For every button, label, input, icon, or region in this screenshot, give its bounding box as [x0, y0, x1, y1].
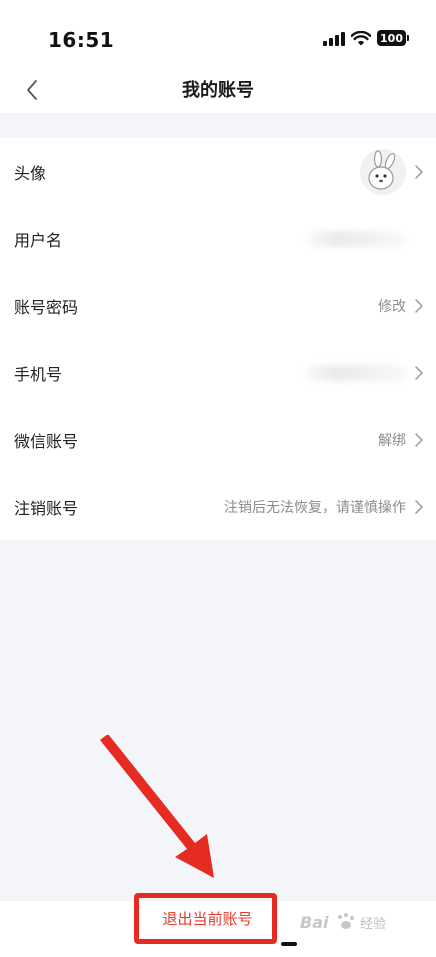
row-label: 手机号 [14, 364, 63, 384]
row-value: 注销后无法恢复，请谨慎操作 [224, 499, 406, 516]
settings-list: 头像 用户名 账号密码 修改 手机号 微信账号 解绑 注销账号 注销后无法恢复，… [0, 138, 436, 540]
watermark: Bai 经验 [300, 903, 412, 941]
chevron-right-icon [414, 499, 424, 515]
row-username[interactable]: 用户名 [0, 205, 436, 272]
page-title: 我的账号 [182, 80, 254, 101]
username-value-redacted [306, 230, 406, 247]
chevron-right-icon [414, 164, 424, 180]
battery-icon: 100 [377, 30, 409, 46]
status-time: 16:51 [48, 28, 115, 52]
row-avatar[interactable]: 头像 [0, 138, 436, 205]
row-label: 账号密码 [14, 297, 79, 317]
signal-icon [323, 30, 345, 46]
paw-logo-icon: Bai [300, 913, 354, 932]
row-label: 用户名 [14, 230, 63, 250]
row-phone[interactable]: 手机号 [0, 339, 436, 406]
row-value: 解绑 [378, 432, 406, 449]
row-value: 修改 [378, 298, 406, 315]
chevron-right-icon [414, 365, 424, 381]
phone-value-redacted [306, 364, 406, 381]
row-label: 头像 [14, 163, 47, 183]
status-icons: 100 [323, 30, 409, 46]
avatar [360, 148, 406, 195]
row-label: 微信账号 [14, 431, 79, 451]
chevron-right-icon [414, 432, 424, 448]
home-indicator [281, 942, 297, 946]
row-label: 注销账号 [14, 498, 79, 518]
svg-text:Bai: Bai [300, 913, 329, 932]
row-password[interactable]: 账号密码 修改 [0, 272, 436, 339]
chevron-right-icon [414, 298, 424, 314]
watermark-text: 经验 [360, 916, 387, 932]
nav-bar: 我的账号 [0, 66, 436, 113]
row-wechat[interactable]: 微信账号 解绑 [0, 406, 436, 473]
annotation-arrow [100, 735, 214, 878]
wifi-icon [351, 30, 371, 45]
logout-button[interactable]: 退出当前账号 [162, 908, 252, 929]
status-bar: 16:51 100 [0, 0, 436, 66]
row-deactivate[interactable]: 注销账号 注销后无法恢复，请谨慎操作 [0, 473, 436, 540]
logout-highlight-box: 退出当前账号 [134, 893, 277, 944]
rabbit-avatar-icon [368, 149, 396, 190]
